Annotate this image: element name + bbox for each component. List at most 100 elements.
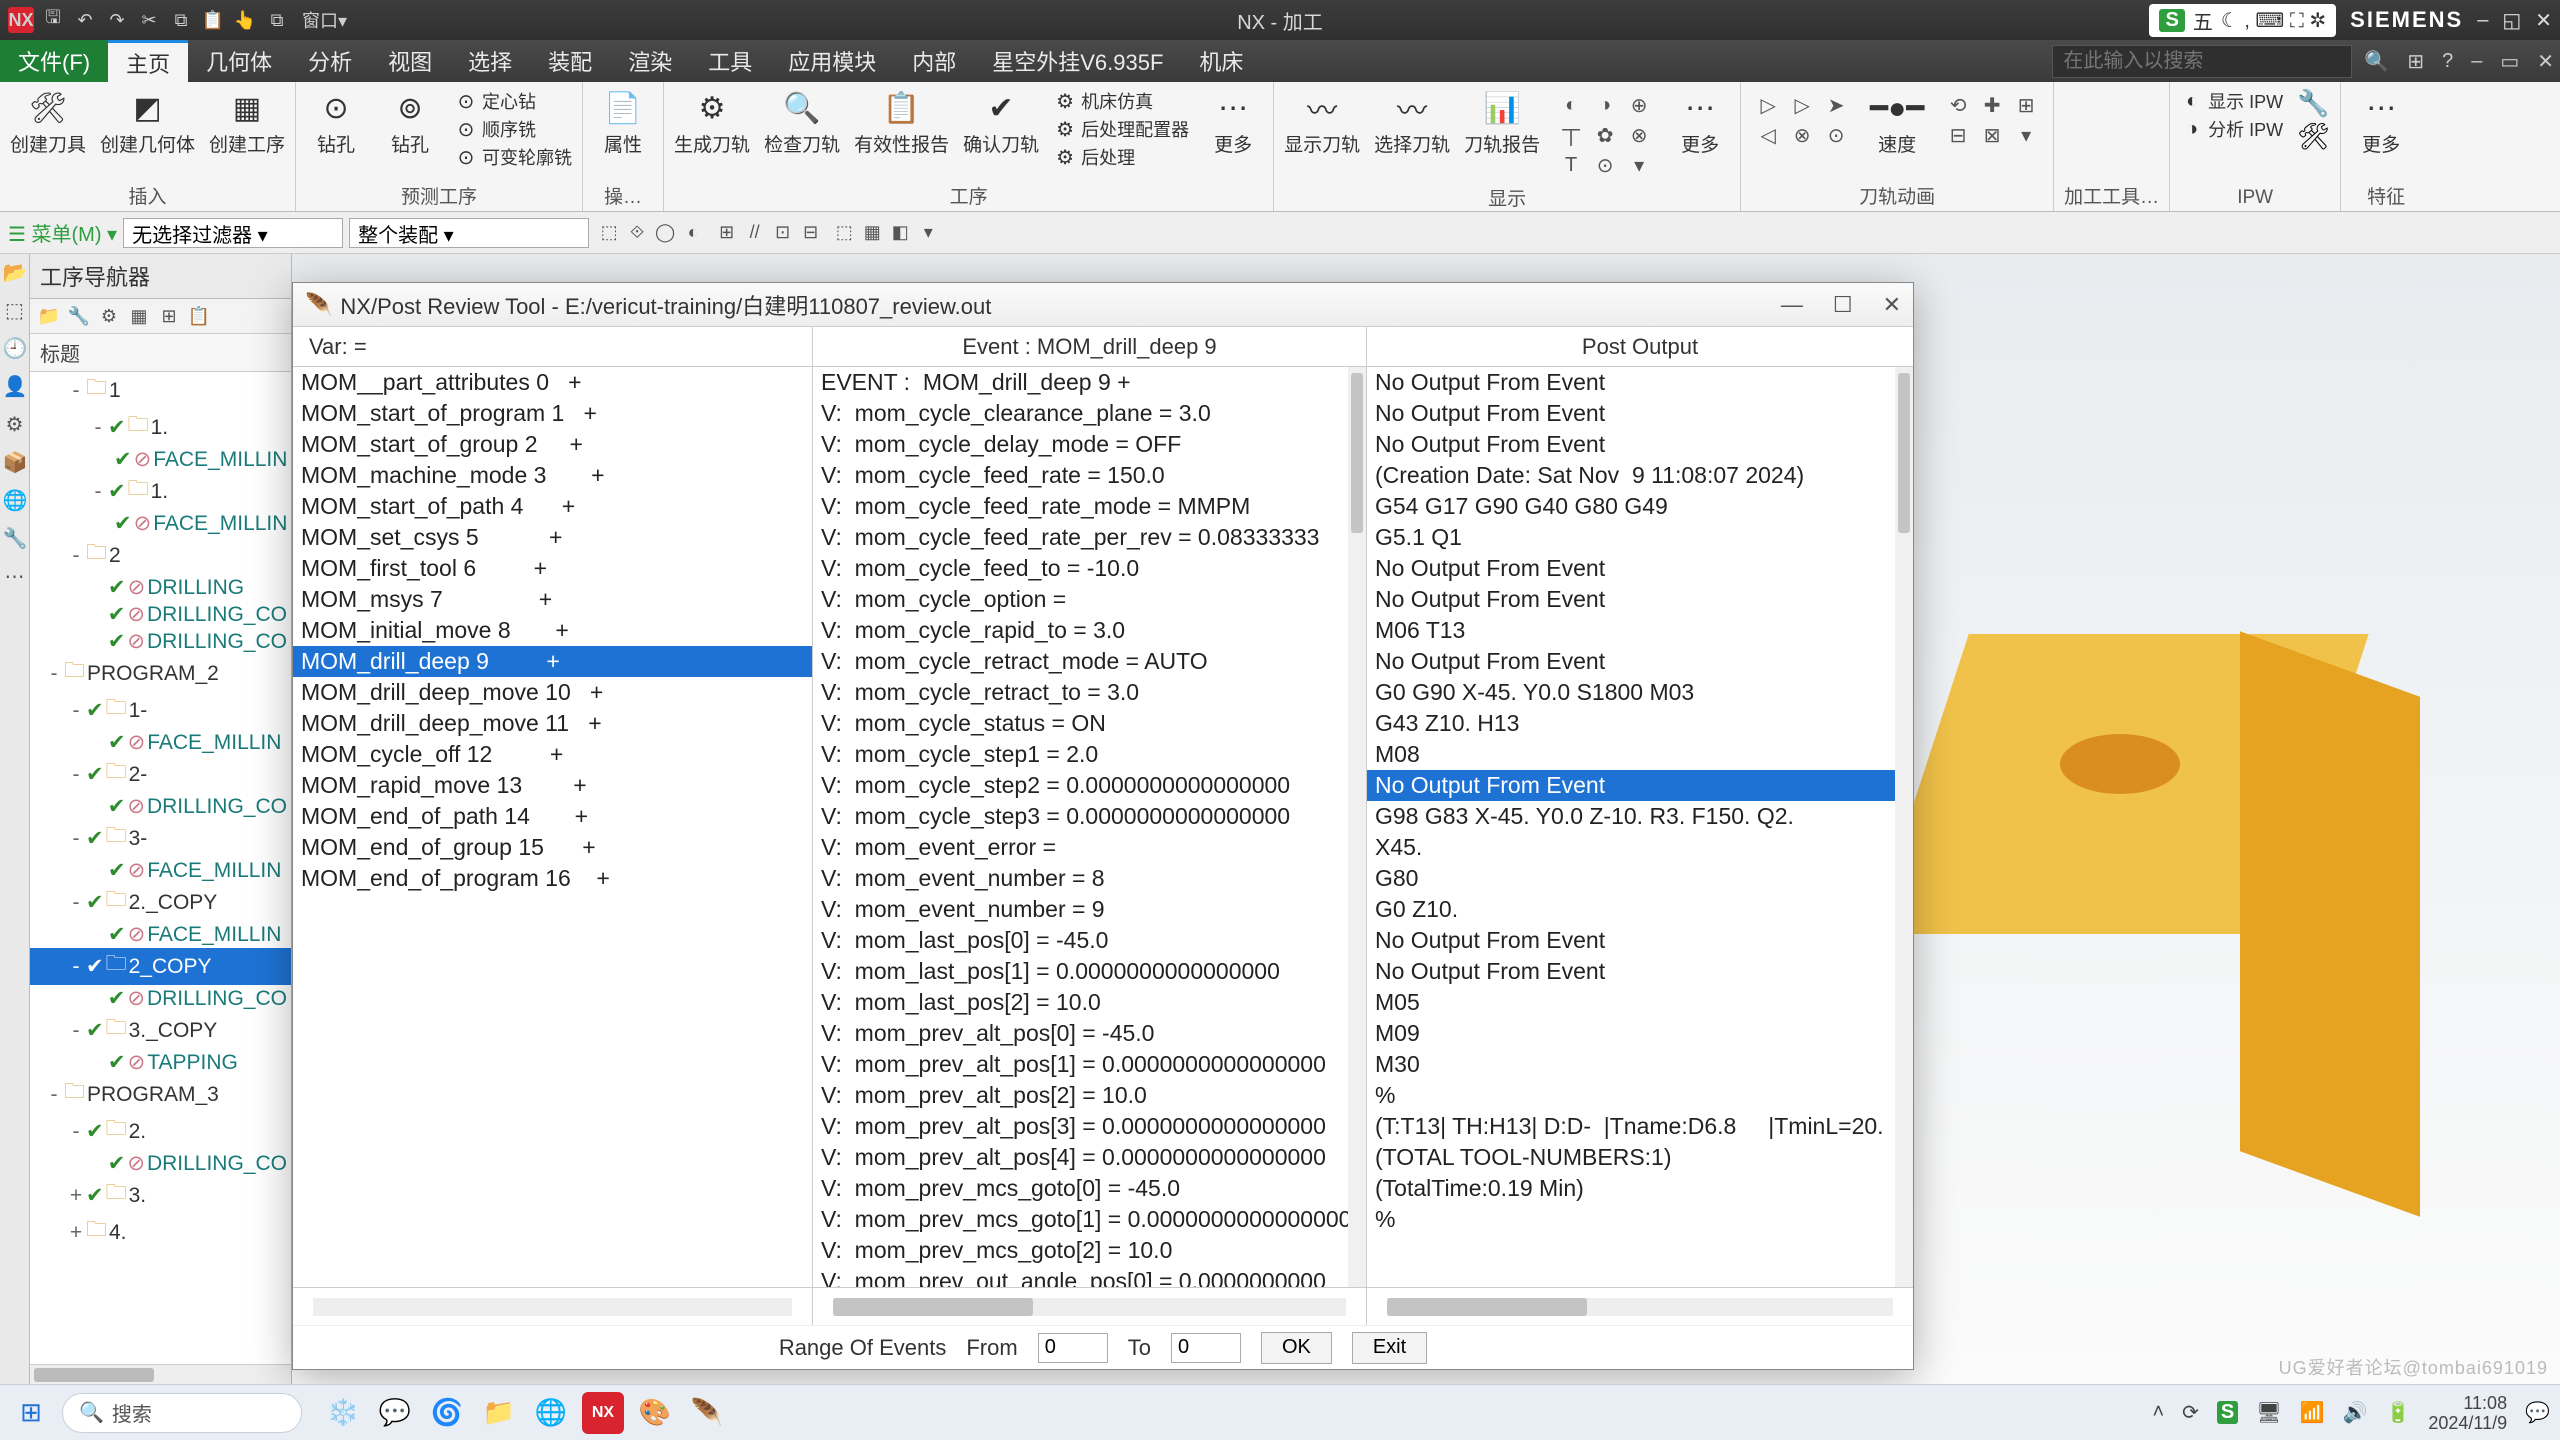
- list-line[interactable]: V: mom_cycle_clearance_plane = 3.0: [813, 398, 1366, 429]
- ribbon-创建刀具[interactable]: 🛠创建刀具: [10, 88, 86, 157]
- filter-select-1[interactable]: 无选择过滤器 ▾: [123, 218, 343, 248]
- menu-file[interactable]: 文件(F): [0, 40, 108, 82]
- ribbon-检查刀轨[interactable]: 🔍检查刀轨: [764, 88, 840, 157]
- list-line[interactable]: V: mom_prev_alt_pos[2] = 10.0: [813, 1080, 1366, 1111]
- list-line[interactable]: M09: [1367, 1018, 1913, 1049]
- help-icon[interactable]: ?: [2436, 50, 2459, 73]
- v-scrollbar[interactable]: [1895, 367, 1913, 1287]
- dlg-minimize-icon[interactable]: —: [1781, 292, 1803, 318]
- part-icon[interactable]: ⬚: [3, 298, 27, 322]
- ribbon-创建几何体[interactable]: ◩创建几何体: [100, 88, 195, 157]
- tree-row[interactable]: ✔⊘DRILLING: [30, 574, 291, 601]
- list-line[interactable]: MOM_end_of_path 14 +: [293, 801, 812, 832]
- reuse-icon[interactable]: 📦: [3, 450, 27, 474]
- list-line[interactable]: V: mom_cycle_retract_mode = AUTO: [813, 646, 1366, 677]
- ribbon-有效性报告[interactable]: 📋有效性报告: [854, 88, 949, 157]
- list-line[interactable]: No Output From Event: [1367, 770, 1913, 801]
- list-line[interactable]: V: mom_cycle_step3 = 0.0000000000000000: [813, 801, 1366, 832]
- variable-list[interactable]: EVENT : MOM_drill_deep 9 +V: mom_cycle_c…: [813, 367, 1367, 1287]
- edge-icon[interactable]: 🌐: [530, 1392, 572, 1434]
- list-line[interactable]: V: mom_cycle_feed_to = -10.0: [813, 553, 1366, 584]
- menu-机床[interactable]: 机床: [1181, 40, 1261, 82]
- list-line[interactable]: MOM_start_of_path 4 +: [293, 491, 812, 522]
- range-to-input[interactable]: [1171, 1333, 1241, 1363]
- list-line[interactable]: No Output From Event: [1367, 584, 1913, 615]
- dlg-maximize-icon[interactable]: ☐: [1833, 292, 1853, 318]
- list-line[interactable]: V: mom_cycle_status = ON: [813, 708, 1366, 739]
- h-scrollbar[interactable]: [30, 1364, 291, 1384]
- min2-icon[interactable]: –: [2465, 50, 2488, 73]
- ime-badge[interactable]: S 五 ☾ , ⌨ ⛶ ✲: [2149, 4, 2336, 37]
- range-from-input[interactable]: [1038, 1333, 1108, 1363]
- list-line[interactable]: V: mom_cycle_delay_mode = OFF: [813, 429, 1366, 460]
- list-line[interactable]: V: mom_prev_alt_pos[0] = -45.0: [813, 1018, 1366, 1049]
- list-line[interactable]: No Output From Event: [1367, 367, 1913, 398]
- list-line[interactable]: V: mom_event_number = 9: [813, 894, 1366, 925]
- search-icon[interactable]: 🔍: [2358, 49, 2395, 74]
- tree-row[interactable]: -✔🗀2-: [30, 756, 291, 793]
- ribbon-顺序铣[interactable]: ⊙顺序铣: [454, 116, 572, 142]
- explorer-icon[interactable]: 📁: [478, 1392, 520, 1434]
- nav-icon[interactable]: 📂: [3, 260, 27, 284]
- prev-icon[interactable]: ◁: [1755, 122, 1781, 148]
- sync-icon[interactable]: ⟳: [2182, 1400, 2199, 1425]
- list-line[interactable]: V: mom_prev_mcs_goto[1] = 0.000000000000…: [813, 1204, 1366, 1235]
- ok-button[interactable]: OK: [1261, 1332, 1332, 1364]
- feather-app-icon[interactable]: 🪶: [686, 1392, 728, 1434]
- list-line[interactable]: V: mom_cycle_option =: [813, 584, 1366, 615]
- list-line[interactable]: MOM_machine_mode 3 +: [293, 460, 812, 491]
- list-line[interactable]: G98 G83 X-45. Y0.0 Z-10. R3. F150. Q2.: [1367, 801, 1913, 832]
- list-line[interactable]: No Output From Event: [1367, 429, 1913, 460]
- menu-内部[interactable]: 内部: [894, 40, 974, 82]
- tree-row[interactable]: -🗀1: [30, 372, 291, 409]
- list-line[interactable]: MOM_cycle_off 12 +: [293, 739, 812, 770]
- more-button[interactable]: ⋯更多: [1203, 88, 1263, 157]
- list-line[interactable]: G54 G17 G90 G40 G80 G49: [1367, 491, 1913, 522]
- list-line[interactable]: MOM_start_of_program 1 +: [293, 398, 812, 429]
- list-line[interactable]: MOM_end_of_group 15 +: [293, 832, 812, 863]
- more-button-3[interactable]: ⋯更多: [2351, 88, 2411, 157]
- list-line[interactable]: V: mom_prev_out_angle_pos[0] = 0.0000000…: [813, 1266, 1366, 1287]
- command-search-input[interactable]: [2052, 45, 2352, 78]
- maximize-icon[interactable]: ◱: [2502, 8, 2521, 33]
- tree-row[interactable]: ✔⊘DRILLING_CO: [30, 1150, 291, 1177]
- battery-icon[interactable]: 🔋: [2385, 1400, 2410, 1425]
- list-line[interactable]: V: mom_prev_mcs_goto[2] = 10.0: [813, 1235, 1366, 1266]
- list-line[interactable]: V: mom_last_pos[1] = 0.0000000000000000: [813, 956, 1366, 987]
- ribbon-选择刀轨[interactable]: 〰选择刀轨: [1374, 88, 1450, 157]
- list-line[interactable]: MOM_drill_deep_move 10 +: [293, 677, 812, 708]
- list-line[interactable]: No Output From Event: [1367, 956, 1913, 987]
- list-line[interactable]: V: mom_cycle_rapid_to = 3.0: [813, 615, 1366, 646]
- list-line[interactable]: V: mom_cycle_feed_rate_mode = MMPM: [813, 491, 1366, 522]
- rec-icon[interactable]: ⊙: [1823, 122, 1849, 148]
- tree-row[interactable]: +🗀4.: [30, 1214, 291, 1251]
- list-line[interactable]: MOM_rapid_move 13 +: [293, 770, 812, 801]
- list-line[interactable]: EVENT : MOM_drill_deep 9 +: [813, 367, 1366, 398]
- tree-row[interactable]: ✔⊘FACE_MILLIN: [30, 729, 291, 756]
- ribbon-创建工序[interactable]: ▦创建工序: [209, 88, 285, 157]
- event-list[interactable]: MOM__part_attributes 0 +MOM_start_of_pro…: [293, 367, 813, 1287]
- menu-视图[interactable]: 视图: [370, 40, 450, 82]
- list-line[interactable]: V: mom_cycle_feed_rate_per_rev = 0.08333…: [813, 522, 1366, 553]
- tree-row[interactable]: -✔🗀2_COPY: [30, 948, 291, 985]
- tree-row[interactable]: -✔🗀3-: [30, 820, 291, 857]
- volume-icon[interactable]: 🔊: [2343, 1400, 2368, 1425]
- list-line[interactable]: V: mom_cycle_retract_to = 3.0: [813, 677, 1366, 708]
- show-ipw[interactable]: ◐显示 IPW: [2180, 88, 2283, 114]
- tree-row[interactable]: -🗀PROGRAM_3: [30, 1076, 291, 1113]
- more-icon[interactable]: ⋯: [3, 564, 27, 588]
- list-line[interactable]: MOM_drill_deep_move 11 +: [293, 708, 812, 739]
- list-line[interactable]: V: mom_cycle_step1 = 2.0: [813, 739, 1366, 770]
- nx-app-icon[interactable]: NX: [582, 1392, 624, 1434]
- close2-icon[interactable]: ✕: [2531, 49, 2560, 74]
- stop-icon[interactable]: ⊗: [1789, 122, 1815, 148]
- roles-icon[interactable]: 👤: [3, 374, 27, 398]
- list-line[interactable]: V: mom_prev_alt_pos[3] = 0.0000000000000…: [813, 1111, 1366, 1142]
- cut-icon[interactable]: ✂: [136, 7, 162, 33]
- tree-row[interactable]: -✔🗀3._COPY: [30, 1012, 291, 1049]
- tree-row[interactable]: -✔🗀1.: [30, 473, 291, 510]
- play-icon[interactable]: ▷: [1755, 92, 1781, 118]
- window-menu[interactable]: 窗口▾: [296, 7, 353, 33]
- ribbon-后处理[interactable]: ⚙后处理: [1053, 144, 1189, 170]
- list-line[interactable]: (TOTAL TOOL-NUMBERS:1): [1367, 1142, 1913, 1173]
